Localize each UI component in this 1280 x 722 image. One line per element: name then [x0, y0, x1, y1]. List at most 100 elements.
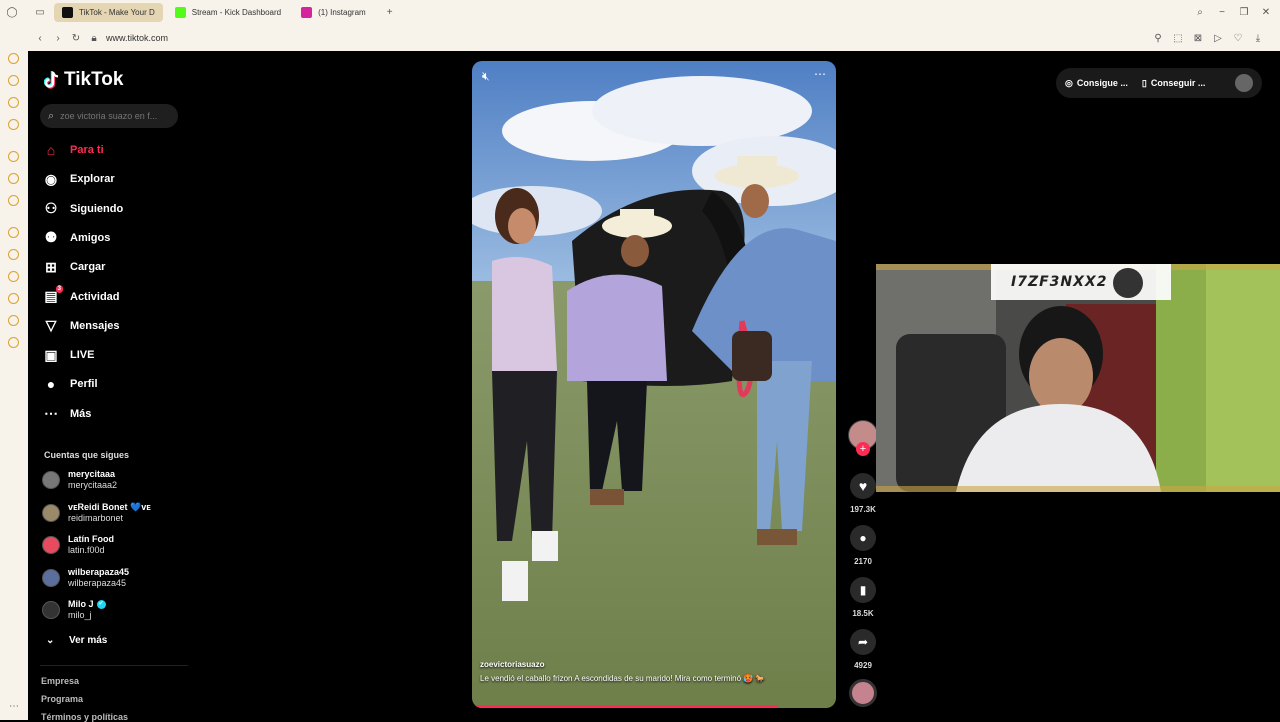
- account-name: Milo J: [68, 599, 94, 609]
- top-right-bar: ◎ Consigue ... ▯ Conseguir ...: [1056, 68, 1262, 98]
- download-icon[interactable]: ⤓: [1250, 33, 1266, 44]
- browser-tab[interactable]: Stream - Kick Dashboard: [167, 3, 289, 22]
- browser-tab[interactable]: TikTok - Make Your D: [54, 3, 163, 22]
- share-count: 4929: [854, 661, 872, 670]
- nav-item-actividad[interactable]: ▤ 3 Actividad: [43, 284, 120, 307]
- messages-icon: ▽: [45, 317, 57, 334]
- following-icon: ⚇: [44, 200, 58, 217]
- video-player[interactable]: 🔇︎ ⋯ zoevictoriasuazo Le vendió el cabal…: [472, 61, 836, 708]
- followed-account[interactable]: ᴠᴇReidi Bonet 💙ᴠᴇ reidimarbonet: [42, 502, 151, 524]
- nav-label: Siguiendo: [70, 202, 124, 215]
- followed-account[interactable]: merycitaaa merycitaaa2: [42, 469, 117, 491]
- user-avatar[interactable]: [1235, 74, 1253, 92]
- sidebar-app-icon[interactable]: [8, 75, 19, 86]
- nav-item-siguiendo[interactable]: ⚇ Siguiendo: [43, 199, 123, 219]
- reload-icon[interactable]: ↻: [68, 33, 84, 44]
- play-icon[interactable]: ▷: [1210, 33, 1226, 44]
- like-button[interactable]: ♥ 197.3K: [848, 473, 878, 514]
- browser-tab[interactable]: (1) Instagram: [293, 3, 374, 22]
- follow-plus-icon[interactable]: +: [856, 442, 870, 456]
- account-name: wilberapaza45: [68, 566, 130, 577]
- close-icon[interactable]: ✕: [1258, 7, 1274, 18]
- sidebar-app-icon[interactable]: [8, 315, 19, 326]
- screenshot-icon[interactable]: ⬚: [1170, 33, 1186, 44]
- nav-item-perfil[interactable]: ● Perfil: [43, 374, 98, 394]
- forward-icon[interactable]: ›: [50, 33, 66, 44]
- nav-item-live[interactable]: ▣ LIVE: [43, 345, 94, 365]
- maximize-icon[interactable]: ❐: [1236, 7, 1252, 18]
- comment-icon: ●: [859, 531, 867, 545]
- search-icon[interactable]: ⌕: [1192, 7, 1208, 18]
- sidebar-app-icon[interactable]: [8, 53, 19, 64]
- comment-button[interactable]: ● 2170: [848, 525, 878, 566]
- tab-favicon-icon: [301, 7, 313, 18]
- account-handle: reidimarbonet: [68, 512, 124, 523]
- heart-icon[interactable]: ♡: [1230, 33, 1246, 44]
- shield-icon[interactable]: ⊠: [1190, 33, 1206, 44]
- following-section-title: Cuentas que sigues: [44, 450, 130, 460]
- tiktok-logo[interactable]: TikTok: [44, 69, 123, 91]
- see-more-label: Ver más: [69, 634, 108, 646]
- sidebar-app-icon[interactable]: [8, 293, 19, 304]
- avatar: [42, 503, 60, 522]
- bookmark-icon: ▮: [859, 583, 867, 597]
- save-button[interactable]: ▮ 18.5K: [848, 577, 878, 618]
- sidebar-app-icon[interactable]: [8, 271, 19, 282]
- sidebar-app-icon[interactable]: [8, 97, 19, 108]
- pin-icon[interactable]: ⚲: [1150, 33, 1166, 44]
- video-progress-bar[interactable]: [472, 705, 778, 708]
- footer-link[interactable]: Empresa: [41, 676, 79, 686]
- followed-account[interactable]: Milo J ✔ milo_j: [42, 599, 106, 621]
- tab-manager-icon[interactable]: ▭: [32, 7, 48, 18]
- creator-avatar[interactable]: +: [848, 420, 878, 456]
- sidebar-app-icon[interactable]: [8, 227, 19, 238]
- sidebar-app-icon[interactable]: [8, 151, 19, 162]
- footer-link[interactable]: Programa: [41, 694, 83, 704]
- new-tab-button[interactable]: +: [382, 7, 398, 18]
- share-button[interactable]: ➦ 4929: [848, 629, 878, 670]
- browser-tab-bar: ◯ ▭ TikTok - Make Your D Stream - Kick Da…: [0, 0, 1280, 25]
- nav-label: Más: [70, 407, 92, 420]
- sidebar-app-icon[interactable]: [8, 119, 19, 130]
- see-more-button[interactable]: ⌄ Ver más: [46, 630, 107, 650]
- mute-icon[interactable]: 🔇︎: [482, 69, 490, 84]
- more-icon[interactable]: ⋯: [6, 701, 22, 712]
- sidebar-app-icon[interactable]: [8, 195, 19, 206]
- minimize-icon[interactable]: −: [1214, 7, 1230, 18]
- streamer-name-overlay: I7ZF3NXX2: [1011, 274, 1108, 290]
- nav-item-mensajes[interactable]: ▽ Mensajes: [43, 316, 120, 336]
- nav-item-cargar[interactable]: ⊞ Cargar: [43, 257, 105, 277]
- tiktok-note-icon: [44, 71, 59, 89]
- get-app-button[interactable]: ▯ Conseguir ...: [1142, 78, 1205, 89]
- video-frame: [472, 61, 836, 708]
- music-disc-icon: [849, 679, 877, 707]
- followed-account[interactable]: Latín Food latin.f00d: [42, 534, 114, 556]
- nav-label: LIVE: [70, 349, 95, 362]
- webcam-feed: [876, 264, 1280, 492]
- followed-account[interactable]: wilberapaza45 wilberapaza45: [42, 567, 129, 589]
- search-input[interactable]: [60, 111, 166, 121]
- video-author[interactable]: zoevictoriasuazo: [480, 658, 765, 672]
- nav-label: Amigos: [70, 231, 111, 244]
- heart-icon: ♥: [858, 478, 868, 494]
- compass-icon: ◉: [44, 170, 58, 187]
- more-options-icon[interactable]: ⋯: [814, 67, 826, 81]
- address-field[interactable]: www.tiktok.com: [106, 33, 168, 43]
- account-name: merycitaaa: [68, 469, 116, 479]
- tab-favicon-icon: [62, 7, 73, 18]
- search-box[interactable]: ⌕: [40, 104, 178, 128]
- sidebar-app-icon[interactable]: [8, 337, 19, 348]
- sidebar-app-icon[interactable]: [8, 249, 19, 260]
- sidebar-app-icon[interactable]: [8, 173, 19, 184]
- nav-item-explorar[interactable]: ◉ Explorar: [43, 169, 115, 189]
- nav-item-m-s[interactable]: ⋯ Más: [43, 404, 91, 424]
- back-icon[interactable]: ‹: [32, 33, 48, 44]
- nav-item-para-ti[interactable]: ⌂ Para ti: [43, 140, 104, 160]
- footer-link[interactable]: Términos y políticas: [41, 712, 128, 722]
- tab-label: TikTok - Make Your D: [79, 8, 155, 17]
- share-icon: ➦: [857, 635, 869, 649]
- get-coins-button[interactable]: ◎ Consigue ...: [1065, 78, 1128, 89]
- music-disc[interactable]: [848, 679, 878, 707]
- browser-menu-icon[interactable]: ◯: [4, 7, 20, 18]
- nav-item-amigos[interactable]: ⚉ Amigos: [43, 228, 111, 248]
